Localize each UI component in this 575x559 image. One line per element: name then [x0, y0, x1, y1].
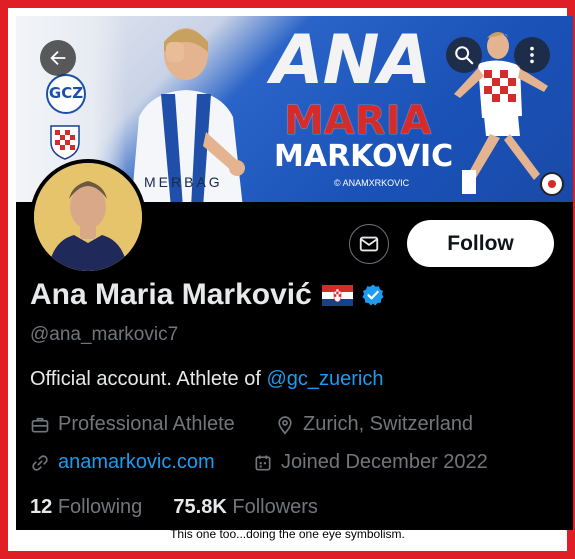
verified-badge-icon[interactable]: [361, 283, 385, 307]
location-text: Zurich, Switzerland: [303, 413, 474, 435]
profile-website[interactable]: anamarkovic.com: [30, 451, 215, 474]
followers-label: Followers: [232, 496, 318, 518]
profile-category: Professional Athlete: [30, 413, 235, 436]
link-icon: [32, 454, 48, 471]
federation-crest-icon: [50, 125, 80, 160]
following-link[interactable]: 12 Following: [30, 496, 142, 518]
avatar-photo: [34, 163, 142, 271]
following-label: Following: [57, 496, 143, 518]
following-count: 12: [30, 496, 53, 518]
briefcase-icon: [31, 417, 49, 432]
profile-screen: GCZ MERBAG ANA MARIA MARKOVIC © ANAMXRKO…: [16, 16, 573, 530]
more-options-button[interactable]: [514, 37, 550, 73]
banner-name-line1: ANA: [271, 21, 431, 100]
location-pin-icon: [278, 415, 292, 435]
bio-text: Official account. Athlete of: [30, 368, 267, 390]
croatia-flag-icon: [321, 284, 353, 306]
image-caption: This one too...doing the one eye symboli…: [170, 527, 405, 541]
search-icon: [455, 46, 474, 65]
club-badge-icon: GCZ: [46, 74, 86, 114]
banner-name-line2: MARIA: [284, 98, 432, 144]
bio: Official account. Athlete of @gc_zuerich: [30, 368, 383, 391]
more-vertical-icon: [530, 46, 534, 64]
back-button[interactable]: [40, 40, 76, 76]
display-name: Ana Maria Marković: [30, 278, 312, 311]
calendar-icon: [255, 455, 271, 470]
joined-text: Joined December 2022: [281, 451, 488, 473]
sponsor-text: MERBAG: [144, 174, 223, 190]
image-frame: GCZ MERBAG ANA MARIA MARKOVIC © ANAMXRKO…: [0, 0, 575, 559]
avatar[interactable]: [30, 159, 146, 275]
followers-count: 75.8K: [173, 496, 227, 518]
back-arrow-icon: [50, 50, 66, 66]
bio-mention-link[interactable]: @gc_zuerich: [266, 368, 383, 390]
website-link[interactable]: anamarkovic.com: [58, 451, 215, 474]
follow-button[interactable]: Follow: [407, 220, 554, 267]
search-button[interactable]: [446, 37, 482, 73]
banner-handle: © ANAMXRKOVIC: [334, 178, 410, 188]
display-name-row: Ana Maria Marković: [30, 278, 385, 312]
envelope-icon: [359, 236, 379, 252]
message-button[interactable]: [349, 224, 389, 264]
user-handle: @ana_markovic7: [30, 324, 179, 345]
profile-location: Zurich, Switzerland: [275, 413, 473, 436]
profile-joined: Joined December 2022: [253, 451, 488, 474]
category-text: Professional Athlete: [58, 413, 235, 435]
banner-name-line3: MARKOVIC: [274, 139, 454, 174]
followers-link[interactable]: 75.8K Followers: [173, 496, 318, 518]
follow-stats: 12 Following 75.8K Followers: [30, 496, 318, 519]
